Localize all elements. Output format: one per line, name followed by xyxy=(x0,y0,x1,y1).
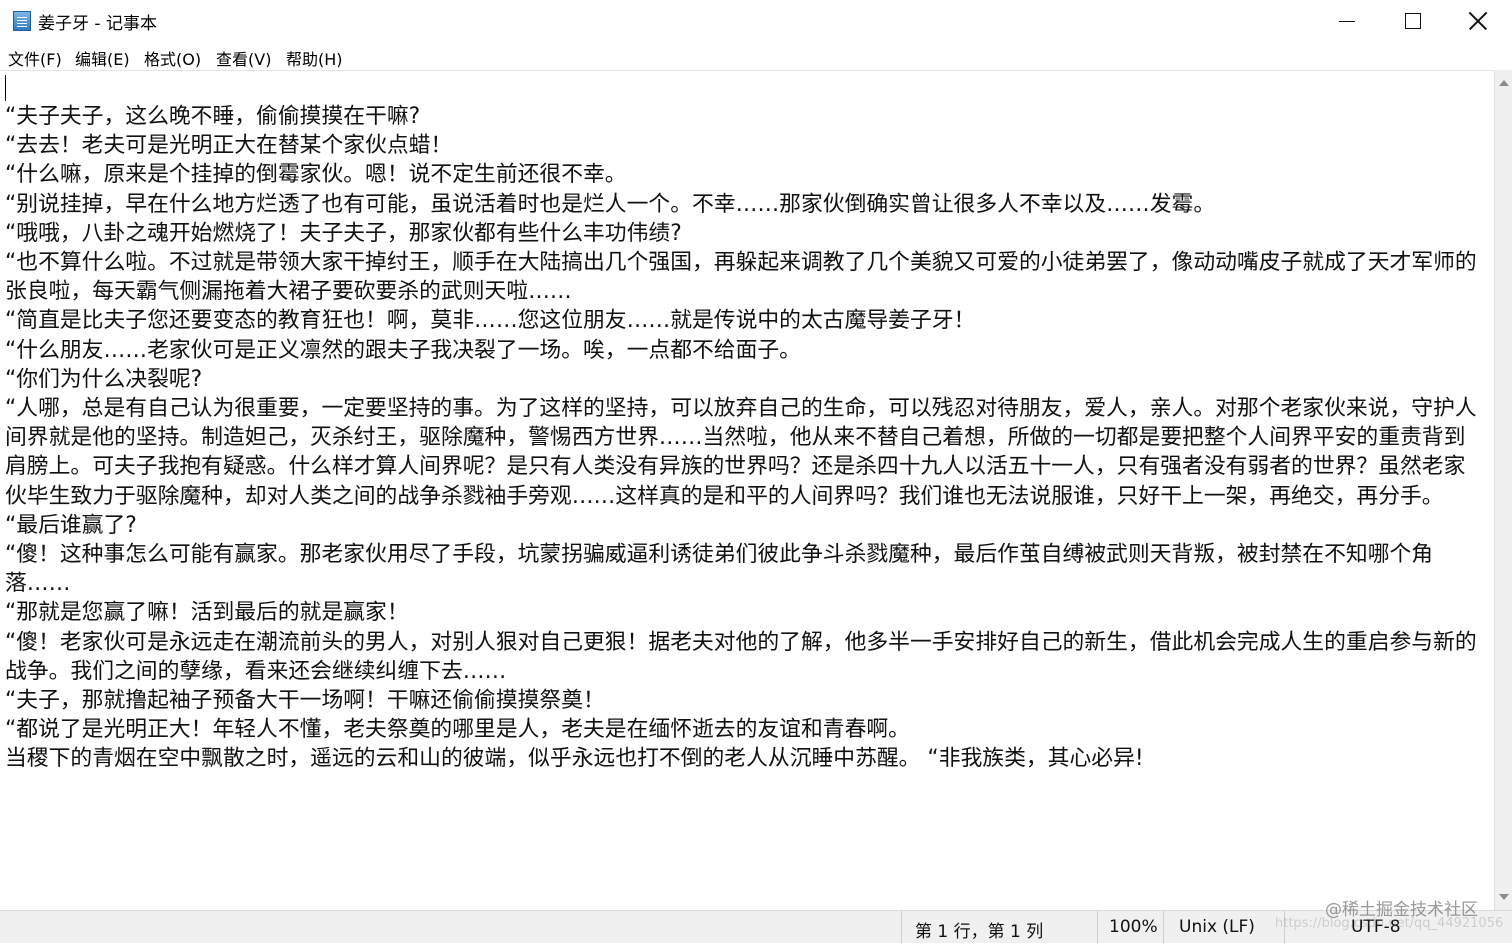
menu-help[interactable]: 帮助(H) xyxy=(286,46,343,70)
text-line: “什么朋友……老家伙可是正义凛然的跟夫子我决裂了一场。唉，一点都不给面子。 xyxy=(5,337,801,363)
text-caret xyxy=(5,75,6,101)
window-title: 姜子牙 - 记事本 xyxy=(38,14,157,34)
line-ending: Unix (LF) xyxy=(1179,917,1255,937)
notepad-app-icon xyxy=(13,11,31,31)
menu-format[interactable]: 格式(O) xyxy=(144,46,201,70)
text-line: “最后谁赢了? xyxy=(5,512,137,538)
document-text[interactable]: “夫子夫子，这么晚不睡，偷偷摸摸在干嘛? “去去！老夫可是光明正大在替某个家伙点… xyxy=(5,102,1485,774)
text-editor[interactable]: “夫子夫子，这么晚不睡，偷偷摸摸在干嘛? “去去！老夫可是光明正大在替某个家伙点… xyxy=(0,70,1494,910)
minimize-icon xyxy=(1339,20,1355,22)
menu-bar: 文件(F) 编辑(E) 格式(O) 查看(V) 帮助(H) xyxy=(0,42,1512,70)
text-line: “去去！老夫可是光明正大在替某个家伙点蜡！ xyxy=(5,133,453,159)
text-line: “那就是您赢了嘛！活到最后的就是赢家！ xyxy=(5,600,409,626)
status-divider xyxy=(901,911,902,944)
text-line: “哦哦，八卦之魂开始燃烧了！夫子夫子，那家伙都有些什么丰功伟绩? xyxy=(5,220,682,246)
status-divider xyxy=(1097,911,1098,944)
title-bar: 姜子牙 - 记事本 xyxy=(0,0,1512,42)
close-icon xyxy=(1469,12,1487,30)
text-line: “傻！老家伙可是永远走在潮流前头的男人，对别人狠对自己更狠！据老夫对他的了解，他… xyxy=(5,629,1477,684)
text-line: “你们为什么决裂呢? xyxy=(5,366,203,392)
maximize-icon xyxy=(1405,13,1421,29)
text-line: “傻！这种事怎么可能有赢家。那老家伙用尽了手段，坑蒙拐骗威逼利诱徒弟们彼此争斗杀… xyxy=(5,542,1434,597)
vertical-scrollbar[interactable] xyxy=(1494,70,1512,910)
text-line: 当稷下的青烟在空中飘散之时，遥远的云和山的彼端，似乎永远也打不倒的老人从沉睡中苏… xyxy=(5,746,1144,772)
text-line: “夫子，那就撸起袖子预备大干一场啊！干嘛还偷偷摸摸祭奠！ xyxy=(5,688,605,714)
close-button[interactable] xyxy=(1448,0,1508,42)
watermark-url: https://blog.csdn.net/qq_44921056 xyxy=(1275,916,1504,931)
text-line: “人哪，总是有自己认为很重要，一定要坚持的事。为了这样的坚持，可以放弃自己的生命… xyxy=(5,396,1477,509)
menu-file[interactable]: 文件(F) xyxy=(8,46,62,70)
scroll-down-icon[interactable] xyxy=(1499,894,1509,900)
menu-view[interactable]: 查看(V) xyxy=(216,46,271,70)
menu-edit[interactable]: 编辑(E) xyxy=(75,46,130,70)
text-line: “夫子夫子，这么晚不睡，偷偷摸摸在干嘛? xyxy=(5,104,421,129)
minimize-button[interactable] xyxy=(1317,0,1377,42)
zoom-level: 100% xyxy=(1109,917,1158,937)
cursor-position: 第 1 行，第 1 列 xyxy=(915,922,1044,942)
scroll-up-icon[interactable] xyxy=(1499,80,1509,86)
text-line: “也不算什么啦。不过就是带领大家干掉纣王，顺手在大陆搞出几个强国，再躲起来调教了… xyxy=(5,250,1477,305)
status-divider xyxy=(1163,911,1164,944)
text-line: “什么嘛，原来是个挂掉的倒霉家伙。嗯！说不定生前还很不幸。 xyxy=(5,162,627,188)
text-line: “简直是比夫子您还要变态的教育狂也！啊，莫非……您这位朋友……就是传说中的太古魔… xyxy=(5,308,976,334)
text-line: “别说挂掉，早在什么地方烂透了也有可能，虽说活着时也是烂人一个。不幸……那家伙倒… xyxy=(5,191,1216,217)
maximize-button[interactable] xyxy=(1383,0,1443,42)
text-line: “都说了是光明正大！年轻人不懂，老夫祭奠的哪里是人，老夫是在缅怀逝去的友谊和青春… xyxy=(5,717,910,743)
